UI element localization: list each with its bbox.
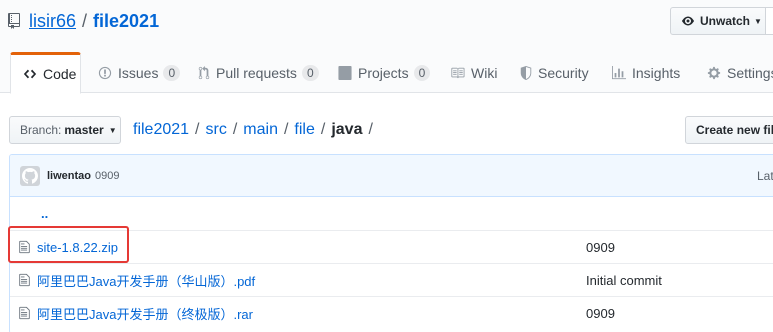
book-icon [450,66,465,80]
breadcrumb-separator: / [232,121,238,138]
chevron-down-icon: ▼ [754,16,762,26]
breadcrumb-current: java [331,121,363,138]
issue-icon [98,66,112,80]
pull-request-icon [198,66,210,80]
tab-label: Settings [727,65,773,81]
gear-icon [707,66,721,80]
chevron-down-icon: ▼ [108,125,117,135]
latest-commit-label: Lat [757,168,773,183]
pull-requests-count-badge: 0 [301,65,319,81]
projects-count-badge: 0 [413,65,431,81]
breadcrumb-main-link[interactable]: main [243,121,278,139]
repo-nav-tabs: Code Issues 0 Pull requests 0 Projects 0 [0,52,773,94]
repo-name-link[interactable]: file2021 [93,11,159,32]
tab-pull-requests[interactable]: Pull requests 0 [186,52,319,94]
tab-label: Pull requests [216,65,297,81]
branch-value: master [64,123,104,137]
tab-code[interactable]: Code [10,52,81,94]
repo-owner-link[interactable]: lisir66 [29,11,76,32]
breadcrumb-src-link[interactable]: src [206,121,227,139]
avatar[interactable] [20,165,40,186]
title-separator: / [82,10,88,31]
project-icon [338,66,352,80]
table-row[interactable]: 阿里巴巴Java开发手册（华山版）.pdf Initial commit [10,263,773,296]
latest-commit-bar: liwentao 0909 Lat [10,155,773,197]
shield-icon [520,66,532,80]
file-name-link[interactable]: 阿里巴巴Java开发手册（终极版）.rar [37,304,253,323]
tab-label: Code [43,66,77,82]
tab-issues[interactable]: Issues 0 [86,52,181,94]
tab-projects[interactable]: Projects 0 [326,52,431,94]
tab-settings[interactable]: Settings [695,52,773,94]
eye-icon [682,16,694,26]
tab-label: Insights [632,65,681,81]
breadcrumb-root-link[interactable]: file2021 [133,121,189,139]
file-icon [19,273,30,287]
branch-label: Branch: [20,123,62,137]
repo-header: lisir66 / file2021 Unwatch ▼ Code Issues… [0,0,773,94]
parent-directory-link[interactable]: .. [41,206,48,221]
highlight-annotation-box [8,226,129,263]
watch-count[interactable] [765,7,773,35]
file-commit-message-link[interactable]: 0909 [586,306,615,321]
tab-label: Security [538,65,589,81]
file-commit-message-link[interactable]: Initial commit [586,273,662,288]
breadcrumb-separator: / [283,121,289,138]
issues-count-badge: 0 [163,65,181,81]
repo-title: lisir66 / file2021 [8,9,159,33]
breadcrumb-file-link[interactable]: file [294,121,314,139]
breadcrumb: file2021 / src / main / file / java / [133,118,379,142]
tab-security[interactable]: Security [508,52,589,94]
breadcrumb-separator: / [368,121,373,138]
graph-icon [612,66,626,80]
create-new-file-label: Create new file [696,123,773,137]
breadcrumb-separator: / [320,121,326,138]
unwatch-button[interactable]: Unwatch ▼ [670,7,766,35]
branch-select-button[interactable]: Branch: master ▼ [9,116,121,144]
commit-author-link[interactable]: liwentao [47,170,91,182]
create-new-file-button[interactable]: Create new file [685,116,773,144]
tab-label: Issues [118,65,159,81]
table-row[interactable]: 阿里巴巴Java开发手册（终极版）.rar 0909 [10,296,773,329]
github-avatar-icon [22,167,38,184]
tab-wiki[interactable]: Wiki [438,52,497,94]
repo-icon [8,13,20,29]
unwatch-label: Unwatch [700,14,751,28]
code-icon [23,67,37,81]
file-name-link[interactable]: 阿里巴巴Java开发手册（华山版）.pdf [37,271,255,290]
breadcrumb-separator: / [195,121,200,138]
file-commit-message-link[interactable]: 0909 [586,240,615,255]
tab-label: Wiki [471,65,498,81]
commit-message-link[interactable]: 0909 [95,170,119,182]
tab-label: Projects [358,65,409,81]
tab-insights[interactable]: Insights [600,52,680,94]
file-icon [19,306,30,320]
